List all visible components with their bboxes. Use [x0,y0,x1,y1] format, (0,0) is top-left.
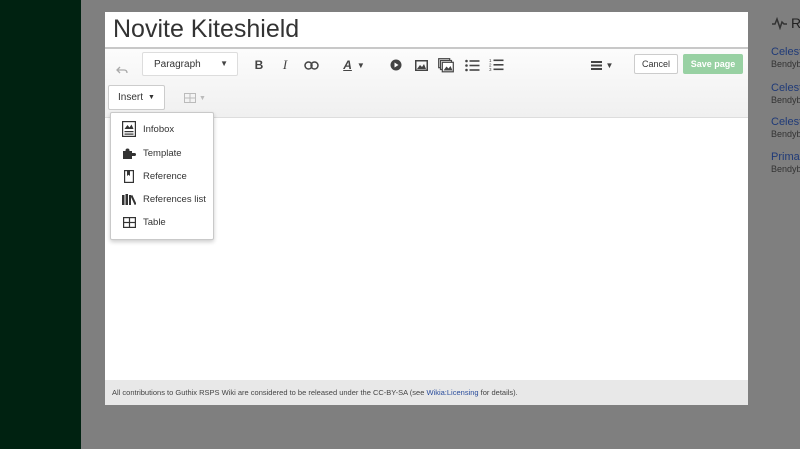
recent-activity-user[interactable]: Bendyb [771,129,800,140]
recent-activity-title[interactable]: Celest [771,82,800,95]
bold-button[interactable]: B [252,58,266,72]
insert-menu-item-infobox[interactable]: Infobox [111,118,213,140]
licensing-footer: All contributions to Guthix RSPS Wiki ar… [105,380,748,405]
books-icon [122,192,136,206]
undo-button[interactable] [115,64,129,78]
hamburger-icon [590,60,602,70]
chevron-down-icon: ▼ [148,94,155,101]
table-icon [122,215,136,229]
recent-activity-item[interactable]: Celest Bendyb [771,116,800,140]
paragraph-format-select[interactable]: Paragraph ▼ [142,52,238,76]
page-options-menu-button[interactable]: ▼ [589,58,615,72]
text-style-button[interactable]: A ▼ [341,58,367,72]
puzzle-icon [122,146,136,160]
insert-menu-item-template[interactable]: Template [111,142,213,164]
recent-activity-item[interactable]: Celest Bendyb [771,82,800,106]
insert-menu-item-label: Table [143,216,166,228]
chevron-down-icon: ▼ [199,94,206,102]
numbered-list-button[interactable]: 123 [488,57,504,73]
gallery-icon [438,57,454,72]
insert-menu-button[interactable]: Insert ▼ [108,85,165,110]
insert-dropdown-menu: Infobox Template Reference References li… [110,112,214,240]
link-button[interactable] [302,58,320,72]
paragraph-format-label: Paragraph [154,58,201,70]
recent-activity-title[interactable]: Celest [771,116,800,129]
recent-activity-item[interactable]: Primal Bendyb [771,151,800,175]
recent-activity-title[interactable]: Celest [771,46,800,59]
gallery-button[interactable] [438,57,454,73]
chevron-down-icon: ▼ [605,60,614,70]
recent-activity-title[interactable]: Primal [771,151,800,164]
recent-activity-user[interactable]: Bendyb [771,95,800,106]
image-icon [414,59,428,71]
insert-menu-item-label: Reference [143,170,187,182]
bulleted-list-icon [464,59,479,71]
licensing-link[interactable]: Wikia:Licensing [426,388,478,397]
cancel-button[interactable]: Cancel [634,54,678,74]
licensing-notice: All contributions to Guthix RSPS Wiki ar… [112,380,518,405]
svg-text:3: 3 [489,67,492,72]
page-title[interactable]: Novite Kiteshield [113,14,299,44]
recent-activity-panel: R Celest Bendyb Celest Bendyb Celest Ben… [750,0,800,449]
undo-icon [116,66,128,74]
recent-activity-user[interactable]: Bendyb [771,164,800,175]
insert-menu-item-references-list[interactable]: References list [111,188,213,210]
image-button[interactable] [414,58,428,72]
editor-toolbar: Paragraph ▼ B I A ▼ 123 ▼ Cancel Save pag [105,49,748,118]
infobox-icon [122,121,136,137]
play-icon [390,59,402,71]
save-page-button[interactable]: Save page [683,54,743,74]
bulleted-list-button[interactable] [464,57,480,73]
chevron-down-icon: ▼ [356,60,365,70]
link-icon [303,60,319,70]
recent-activity-heading: R [772,15,800,31]
table-tool-button[interactable]: ▼ [182,91,208,105]
text-style-label: A [343,58,352,72]
italic-button[interactable]: I [278,57,292,72]
insert-menu-item-label: Template [143,147,182,159]
recent-activity-heading-text: R [791,15,800,31]
table-icon [184,93,197,103]
bookmark-icon [122,169,136,183]
insert-menu-item-table[interactable]: Table [111,211,213,233]
licensing-text-before: All contributions to Guthix RSPS Wiki ar… [112,388,427,397]
licensing-text-after: for details). [478,388,518,397]
chevron-down-icon: ▼ [220,59,228,68]
numbered-list-icon: 123 [489,58,503,72]
insert-menu-item-reference[interactable]: Reference [111,165,213,187]
recent-activity-user[interactable]: Bendyb [771,59,800,70]
activity-icon [772,16,787,30]
left-rail [0,0,81,449]
recent-activity-item[interactable]: Celest Bendyb [771,46,800,70]
insert-menu-item-label: Infobox [143,123,175,135]
insert-menu-label: Insert [118,92,144,103]
insert-menu-item-label: References list [143,193,206,205]
title-bar: Novite Kiteshield [105,12,748,49]
media-button[interactable] [389,58,403,72]
